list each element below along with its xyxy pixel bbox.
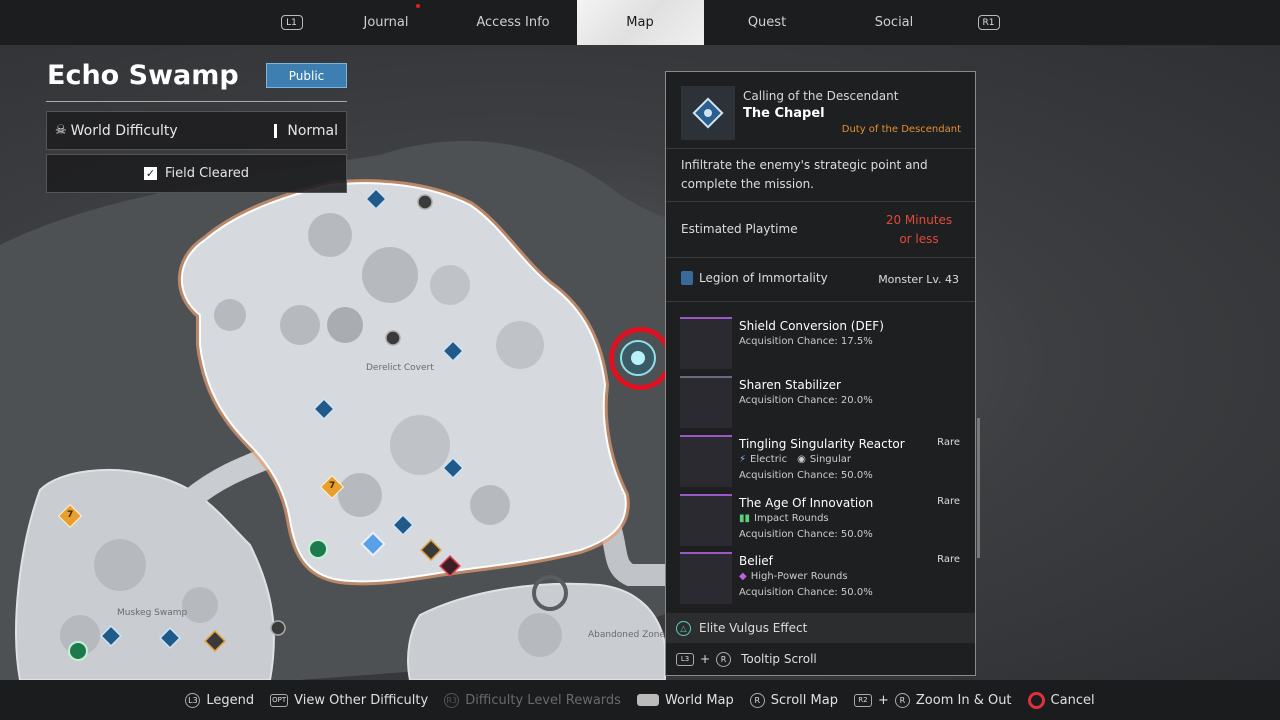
mission-subtitle: Calling of the Descendant (743, 89, 899, 103)
singular-icon: ◉ (797, 454, 806, 465)
field-status: Field Cleared (164, 166, 250, 181)
faction-icon (681, 271, 693, 285)
divider (666, 301, 975, 302)
map-marker-level: 7 (67, 510, 74, 520)
tab-access-info[interactable]: Access Info (450, 0, 577, 45)
mission-icon (681, 86, 735, 140)
divider (666, 201, 975, 202)
scroll-map-button[interactable]: R Scroll Map (749, 692, 838, 708)
reactor-icon (680, 435, 732, 487)
reward-item[interactable]: Sharen Stabilizer Acquisition Chance: 20… (680, 376, 970, 430)
highlight-ring (609, 327, 672, 390)
checkbox-icon: ✓ (143, 167, 157, 180)
triangle-button-icon: △ (676, 620, 691, 636)
reward-list[interactable]: Shield Conversion (DEF) Acquisition Chan… (666, 303, 975, 611)
monster-level: Monster Lv. 43 (878, 273, 959, 286)
skull-icon: ☠ (55, 123, 67, 138)
circle-button-icon (1027, 691, 1045, 709)
bottom-action-bar: L3 Legend OPT View Other Difficulty R3 Diff… (0, 680, 1280, 720)
map-label-abandoned: Abandoned Zone (588, 630, 666, 640)
tab-journal[interactable]: Journal (323, 0, 450, 45)
reward-item[interactable]: Shield Conversion (DEF) Acquisition Chan… (680, 317, 970, 371)
sniper-icon (680, 552, 732, 604)
electric-icon: ⚡ (739, 454, 747, 465)
l3-button-icon: L3 (676, 652, 694, 666)
visibility-badge: Public (266, 63, 347, 88)
difficulty-value: Normal (287, 122, 338, 139)
touchpad-icon (636, 694, 659, 706)
legend-button[interactable]: L3 Legend (185, 692, 254, 708)
mission-description: Infiltrate the enemy's strategic point a… (681, 158, 928, 191)
r1-button-hint[interactable]: R1 (977, 15, 1000, 30)
high-power-rounds-icon: ◆ (739, 571, 747, 582)
l1-button-hint[interactable]: L1 (280, 15, 303, 30)
elite-effect-row[interactable]: △ Elite Vulgus Effect (666, 613, 975, 643)
impact-rounds-icon: ▮▮ (739, 513, 751, 524)
r2-button-icon: R2 (853, 693, 872, 707)
zoom-button[interactable]: R2 + R Zoom In & Out (853, 692, 1012, 708)
region-title: Echo Swamp (47, 60, 239, 91)
l3-button-icon: L3 (185, 692, 201, 708)
difficulty-rewards-button[interactable]: R3 Difficulty Level Rewards (444, 692, 621, 708)
rifle-icon (680, 494, 732, 546)
cancel-button[interactable]: Cancel (1027, 691, 1095, 709)
stabilizer-icon (680, 376, 732, 428)
reward-item[interactable]: Tingling Singularity Reactor Rare ⚡ Elect… (680, 435, 970, 489)
reward-item[interactable]: The Age Of Innovation Rare ▮▮ Impact Roun… (680, 494, 970, 548)
right-stick-icon: R (749, 692, 765, 708)
right-stick-icon: R (894, 692, 910, 708)
world-difficulty-row: ☠ World Difficulty Normal (46, 111, 347, 150)
top-nav: L1 Journal Access Info Map Quest Social … (0, 0, 1280, 45)
r3-button-icon: R3 (444, 692, 460, 708)
tab-map[interactable]: Map (576, 0, 704, 45)
notification-dot (415, 4, 420, 8)
faction-name: Legion of Immortality (699, 271, 828, 285)
field-cleared-row: ✓ Field Cleared (46, 154, 347, 193)
reward-item[interactable]: Belief Rare ◆ High-Power Rounds Acquisiti… (680, 552, 970, 606)
divider (666, 257, 975, 258)
tooltip-header: Calling of the Descendant The Chapel Dut… (666, 72, 975, 149)
shield-module-icon (680, 317, 732, 369)
view-other-difficulty-button[interactable]: OPT View Other Difficulty (270, 693, 428, 708)
tooltip-scrollbar[interactable] (977, 418, 980, 558)
map-label-muskeg: Muskeg Swamp (117, 608, 188, 618)
difficulty-bar (274, 123, 278, 138)
world-map-button[interactable]: World Map (636, 693, 734, 708)
tab-social[interactable]: Social (831, 0, 958, 45)
map-label-derelict: Derelict Covert (366, 363, 434, 373)
map-marker-level: 7 (329, 481, 336, 491)
options-button-icon: OPT (270, 693, 289, 707)
tooltip-scroll-row[interactable]: L3 + R Tooltip Scroll (666, 644, 975, 674)
mission-tooltip: Calling of the Descendant The Chapel Dut… (665, 71, 976, 676)
difficulty-label: World Difficulty (70, 122, 178, 139)
mission-title: The Chapel (743, 106, 825, 121)
tab-quest[interactable]: Quest (704, 0, 831, 45)
right-stick-icon: R (716, 651, 732, 667)
mission-tag: Duty of the Descendant (841, 124, 961, 135)
playtime-value: 20 Minutes or less (885, 213, 953, 246)
playtime-label: Estimated Playtime (681, 222, 798, 236)
divider (46, 101, 347, 102)
